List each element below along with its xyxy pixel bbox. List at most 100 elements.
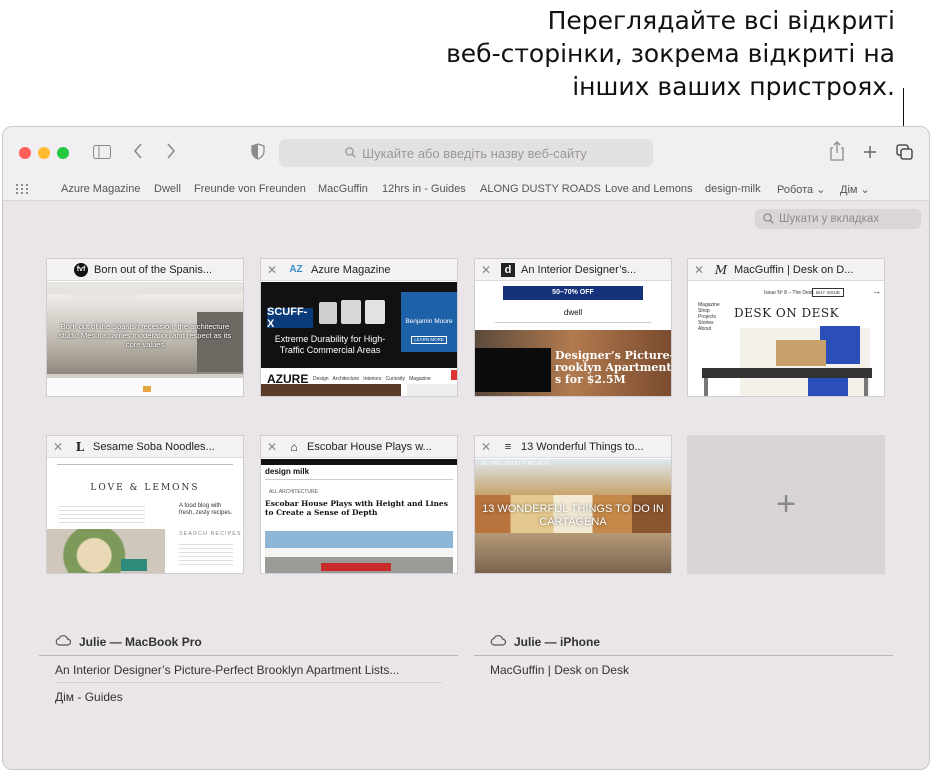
dwell-logo: dwell — [563, 308, 583, 317]
dwell-sale-banner: 50–70% OFF — [503, 286, 643, 300]
tab-tile[interactable]: ✕ M MacGuffin | Desk on D... Issue Nº 8 … — [687, 258, 885, 397]
device-tab-link[interactable]: Дім - Guides — [55, 690, 123, 704]
thumbnail-caption: Born out of the Spanish recession, the a… — [58, 322, 232, 349]
icloud-icon — [490, 635, 507, 649]
tab-tile[interactable]: fvf Born out of the Spanis... Born out o… — [46, 258, 244, 397]
favorites-folder-home[interactable]: Дім ⌄ — [840, 183, 870, 196]
adr-headline: 13 WONDERFUL THINGS TO DO IN CARTAGENA — [482, 503, 664, 528]
tab-title: Sesame Soba Noodles... — [93, 440, 215, 453]
close-tab-icon[interactable]: ✕ — [267, 263, 281, 277]
tab-title: 13 Wonderful Things to... — [521, 440, 644, 453]
lovelemons-logo: LOVE & LEMONS — [90, 483, 200, 493]
tab-tile[interactable]: ✕ d An Interior Designer’s... 50–70% OFF… — [474, 258, 672, 397]
favorite-link[interactable]: design-milk — [705, 183, 761, 195]
device-name: Julie — iPhone — [514, 635, 601, 649]
site-favicon-icon: ≡ — [504, 440, 512, 453]
callout-text: Переглядайте всі відкриті веб-сторінки, … — [446, 4, 895, 103]
lovelemons-tagline: A food blog with fresh, zesty recipes. — [179, 503, 233, 516]
macguffin-buy-button: BUY ISSUE — [812, 288, 844, 297]
address-placeholder: Шукайте або введіть назву веб-сайту — [362, 145, 587, 161]
ad-brand: SCUFF-X — [267, 306, 313, 330]
close-tab-icon[interactable]: ✕ — [694, 263, 708, 277]
address-bar[interactable]: Шукайте або введіть назву веб-сайту — [279, 139, 653, 167]
favorite-link[interactable]: Dwell — [154, 183, 181, 195]
favorite-link[interactable]: MacGuffin — [318, 183, 368, 195]
share-icon[interactable] — [829, 141, 845, 164]
toolbar: Шукайте або введіть назву веб-сайту — [3, 127, 929, 179]
grid-icon[interactable] — [16, 184, 28, 197]
designmilk-logo: design milk — [265, 467, 310, 476]
macguffin-issue: Issue Nº 8 – The Desk — [764, 290, 814, 296]
close-tab-icon[interactable]: ✕ — [481, 440, 495, 454]
macguffin-title: DESK ON DESK — [734, 306, 840, 320]
close-window-button[interactable] — [19, 147, 31, 159]
site-favicon-icon: AZ — [289, 264, 303, 275]
tab-title: Born out of the Spanis... — [94, 263, 213, 276]
tab-title: An Interior Designer’s... — [521, 263, 637, 276]
favorite-link[interactable]: Freunde von Freunden — [194, 183, 306, 195]
icloud-icon — [55, 635, 72, 649]
dwell-headline: Designer’s Picture- rooklyn Apartment s … — [555, 349, 671, 386]
macguffin-menu: Magazine Shop Projects Stories About — [698, 302, 720, 332]
tab-title: Escobar House Plays w... — [307, 440, 432, 453]
tab-title: MacGuffin | Desk on D... — [734, 263, 854, 276]
tab-tile-header: fvf Born out of the Spanis... — [47, 259, 243, 281]
adr-site-name: ALONG DUSTY ROADS — [481, 461, 550, 467]
favorite-link[interactable]: 12hrs in - Guides — [382, 183, 466, 195]
tab-title: Azure Magazine — [311, 263, 391, 276]
search-icon — [345, 146, 356, 161]
sidebar-icon[interactable] — [93, 144, 111, 162]
designmilk-section: ALL ARCHITECTURE — [269, 489, 318, 495]
site-favicon-icon: d — [501, 262, 515, 277]
favorites-bar: Azure Magazine Dwell Freunde von Freunde… — [3, 179, 929, 201]
callout-line-1: Переглядайте всі відкриті — [547, 6, 895, 35]
close-tab-icon[interactable]: ✕ — [481, 263, 495, 277]
device-item-divider — [55, 682, 442, 683]
new-tab-icon[interactable] — [863, 144, 877, 162]
tab-thumbnail: Issue Nº 8 – The Desk BUY ISSUE → Magazi… — [688, 282, 884, 396]
tab-tile-header: ✕ ⌂ Escobar House Plays w... — [261, 436, 457, 458]
tab-tile-header: ✕ AZ Azure Magazine — [261, 259, 457, 281]
tab-tile[interactable]: ✕ ⌂ Escobar House Plays w... design milk… — [260, 435, 458, 574]
tab-tile-header: ✕ M MacGuffin | Desk on D... — [688, 259, 884, 281]
callout-line-2: веб-сторінки, зокрема відкриті на — [446, 39, 895, 68]
minimize-window-button[interactable] — [38, 147, 50, 159]
tab-thumbnail: SCUFF-X Benjamin Moore LEARN MORE Extrem… — [261, 282, 457, 396]
tab-overview-icon[interactable] — [896, 144, 913, 163]
favorite-link[interactable]: Love and Lemons — [605, 183, 692, 195]
tab-search-field[interactable]: Шукати у вкладках — [755, 209, 921, 229]
tab-thumbnail: ALONG DUSTY ROADS 13 WONDERFUL THINGS TO… — [475, 459, 671, 573]
search-icon — [763, 213, 774, 227]
forward-icon[interactable] — [166, 143, 176, 162]
device-tab-link[interactable]: MacGuffin | Desk on Desk — [490, 663, 629, 677]
tab-thumbnail: LOVE & LEMONS A food blog with fresh, ze… — [47, 459, 243, 573]
site-favicon-icon: fvf — [74, 262, 88, 277]
close-tab-icon[interactable]: ✕ — [53, 440, 67, 454]
tab-tile-header: ✕ ≡ 13 Wonderful Things to... — [475, 436, 671, 458]
tab-tile[interactable]: ✕ L Sesame Soba Noodles... LOVE & LEMONS… — [46, 435, 244, 574]
tab-thumbnail: 50–70% OFF dwell Designer’s Picture- roo… — [475, 282, 671, 396]
site-favicon-icon: M — [714, 262, 728, 277]
safari-window: Шукайте або введіть назву веб-сайту Azur… — [2, 126, 930, 770]
zoom-window-button[interactable] — [57, 147, 69, 159]
tab-tile[interactable]: ✕ AZ Azure Magazine SCUFF-X Benjamin Moo… — [260, 258, 458, 397]
site-favicon-icon: L — [75, 439, 85, 454]
tab-thumbnail: design milk ALL ARCHITECTURE Escobar Hou… — [261, 459, 457, 573]
designmilk-headline: Escobar House Plays with Height and Line… — [265, 499, 448, 517]
tab-search-placeholder: Шукати у вкладках — [779, 213, 880, 225]
close-tab-icon[interactable]: ✕ — [267, 440, 281, 454]
tab-tile[interactable]: ✕ ≡ 13 Wonderful Things to... ALONG DUST… — [474, 435, 672, 574]
arrow-right-icon: → — [872, 286, 881, 296]
favorite-link[interactable]: Azure Magazine — [61, 183, 141, 195]
new-tab-tile[interactable]: + — [687, 435, 885, 574]
azure-nav: Design Architecture Interiors Curiosity … — [313, 376, 431, 382]
favorite-link[interactable]: ALONG DUSTY ROADS — [480, 183, 601, 195]
device-tab-link[interactable]: An Interior Designer’s Picture-Perfect B… — [55, 663, 399, 677]
privacy-shield-icon[interactable] — [251, 143, 265, 163]
site-favicon-icon: ⌂ — [290, 439, 298, 454]
tab-tile-header: ✕ L Sesame Soba Noodles... — [47, 436, 243, 458]
device-name: Julie — MacBook Pro — [79, 635, 202, 649]
favorites-folder-work[interactable]: Робота ⌄ — [777, 183, 825, 196]
plus-icon: + — [776, 485, 796, 523]
back-icon[interactable] — [133, 143, 143, 162]
